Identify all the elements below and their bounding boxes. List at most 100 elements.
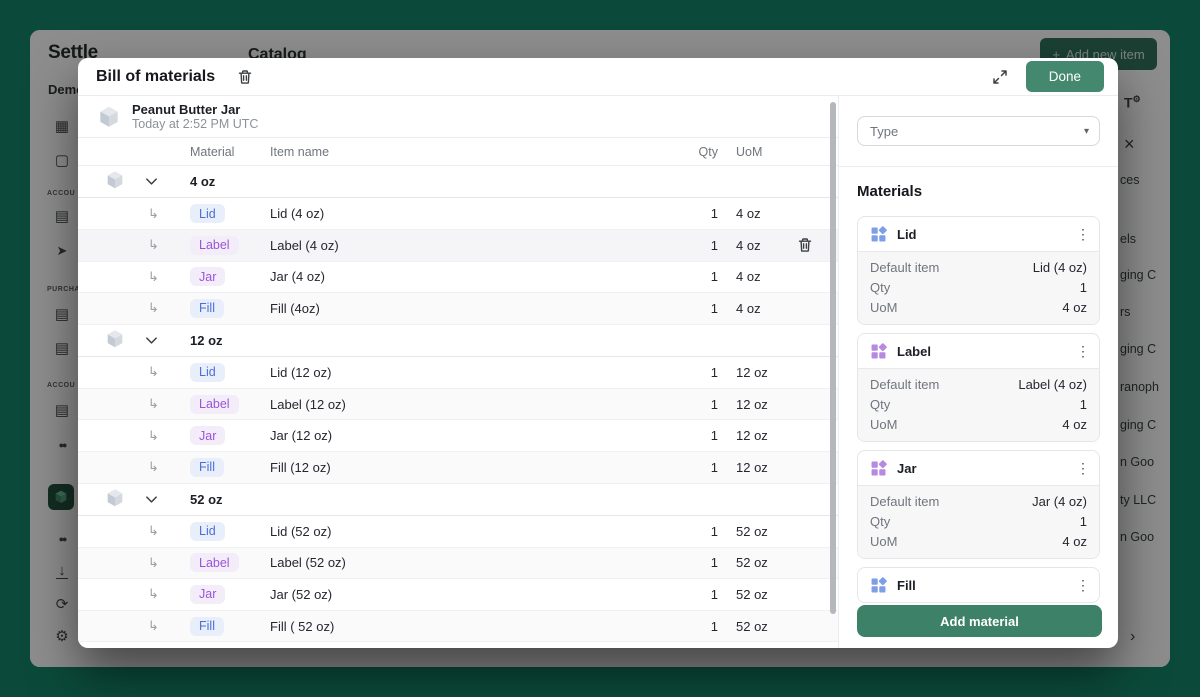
sub-item-arrow-icon: ↳	[136, 555, 190, 571]
bom-item-timestamp: Today at 2:52 PM UTC	[132, 117, 258, 132]
item-name-cell: Fill (4oz)	[270, 301, 658, 316]
col-item-name: Item name	[270, 145, 658, 159]
uom-cell: 4 oz	[718, 238, 786, 253]
material-badge[interactable]: Label	[190, 553, 239, 572]
material-card-name: Lid	[897, 227, 917, 242]
table-row-hovered[interactable]: ↳ Label Label (4 oz) 1 4 oz	[78, 230, 838, 262]
material-widgets-icon	[870, 226, 887, 243]
material-card-name: Label	[897, 344, 931, 359]
uom-cell: 52 oz	[718, 555, 786, 570]
table-row[interactable]: ↳ Fill Fill ( 52 oz) 1 52 oz	[78, 611, 838, 643]
field-value: 1	[1080, 278, 1087, 298]
qty-cell: 1	[658, 555, 718, 570]
table-row[interactable]: ↳ Label Label (12 oz) 1 12 oz	[78, 389, 838, 421]
table-row[interactable]: ↳ Fill Fill (12 oz) 1 12 oz	[78, 452, 838, 484]
done-button[interactable]: Done	[1026, 61, 1104, 92]
item-name-cell: Label (12 oz)	[270, 397, 658, 412]
field-value: 1	[1080, 512, 1087, 532]
material-badge[interactable]: Lid	[190, 204, 225, 223]
qty-cell: 1	[658, 460, 718, 475]
type-select-label: Type	[870, 124, 898, 139]
material-badge[interactable]: Jar	[190, 585, 225, 604]
qty-cell: 1	[658, 206, 718, 221]
uom-cell: 52 oz	[718, 524, 786, 539]
uom-cell: 12 oz	[718, 365, 786, 380]
expand-icon	[992, 69, 1008, 85]
material-badge[interactable]: Fill	[190, 299, 224, 318]
kebab-menu-icon[interactable]: ⋮	[1076, 460, 1089, 477]
material-badge[interactable]: Jar	[190, 426, 225, 445]
qty-cell: 1	[658, 269, 718, 284]
field-value: 4 oz	[1062, 415, 1087, 435]
field-label: UoM	[870, 415, 897, 435]
collapse-chevron-icon[interactable]	[136, 174, 190, 189]
group-row[interactable]: 4 oz	[78, 166, 838, 198]
table-scrollbar[interactable]	[830, 102, 836, 614]
material-widgets-icon	[870, 460, 887, 477]
table-row[interactable]: ↳ Lid Lid (52 oz) 1 52 oz	[78, 516, 838, 548]
caret-down-icon: ▾	[1084, 126, 1089, 137]
item-name-cell: Lid (12 oz)	[270, 365, 658, 380]
material-card-name: Jar	[897, 461, 917, 476]
table-row[interactable]: ↳ Jar Jar (12 oz) 1 12 oz	[78, 420, 838, 452]
uom-cell: 4 oz	[718, 269, 786, 284]
package-icon	[104, 169, 126, 191]
kebab-menu-icon[interactable]: ⋮	[1076, 577, 1089, 594]
field-label: Qty	[870, 395, 890, 415]
collapse-chevron-icon[interactable]	[136, 333, 190, 348]
item-name-cell: Lid (4 oz)	[270, 206, 658, 221]
field-label: UoM	[870, 298, 897, 318]
material-card-fill: Fill ⋮	[857, 567, 1100, 603]
sub-item-arrow-icon: ↳	[136, 618, 190, 634]
group-name: 4 oz	[190, 174, 270, 189]
delete-bom-button[interactable]	[233, 65, 257, 89]
bom-table-area: Peanut Butter Jar Today at 2:52 PM UTC M…	[78, 96, 838, 648]
table-row[interactable]: ↳ Lid Lid (4 oz) 1 4 oz	[78, 198, 838, 230]
field-label: Default item	[870, 375, 939, 395]
table-row[interactable]: ↳ Label Label (52 oz) 1 52 oz	[78, 548, 838, 580]
col-material: Material	[190, 145, 270, 159]
field-label: Default item	[870, 258, 939, 278]
kebab-menu-icon[interactable]: ⋮	[1076, 343, 1089, 360]
table-row[interactable]: ↳ Jar Jar (4 oz) 1 4 oz	[78, 262, 838, 294]
material-widgets-icon	[870, 577, 887, 594]
bom-item-header: Peanut Butter Jar Today at 2:52 PM UTC	[78, 96, 838, 138]
item-name-cell: Jar (4 oz)	[270, 269, 658, 284]
group-row[interactable]: 52 oz	[78, 484, 838, 516]
sub-item-arrow-icon: ↳	[136, 300, 190, 316]
material-card-name: Fill	[897, 578, 916, 593]
material-badge[interactable]: Label	[190, 395, 239, 414]
material-card-label: Label ⋮ Default itemLabel (4 oz) Qty1 Uo…	[857, 333, 1100, 442]
collapse-chevron-icon[interactable]	[136, 492, 190, 507]
sub-item-arrow-icon: ↳	[136, 428, 190, 444]
kebab-menu-icon[interactable]: ⋮	[1076, 226, 1089, 243]
item-name-cell: Jar (52 oz)	[270, 587, 658, 602]
field-value: Label (4 oz)	[1018, 375, 1087, 395]
item-name-cell: Fill ( 52 oz)	[270, 619, 658, 634]
table-row[interactable]: ↳ Jar Jar (52 oz) 1 52 oz	[78, 579, 838, 611]
material-badge[interactable]: Lid	[190, 363, 225, 382]
material-badge[interactable]: Fill	[190, 458, 224, 477]
qty-cell: 1	[658, 365, 718, 380]
table-row[interactable]: ↳ Lid Lid (12 oz) 1 12 oz	[78, 357, 838, 389]
group-row[interactable]: 12 oz	[78, 325, 838, 357]
uom-cell: 52 oz	[718, 619, 786, 634]
material-badge[interactable]: Fill	[190, 617, 224, 636]
field-value: 4 oz	[1062, 298, 1087, 318]
uom-cell: 12 oz	[718, 460, 786, 475]
material-card-jar: Jar ⋮ Default itemJar (4 oz) Qty1 UoM4 o…	[857, 450, 1100, 559]
bill-of-materials-modal: Bill of materials Done Peanut Butter Jar…	[78, 58, 1118, 648]
field-value: 4 oz	[1062, 532, 1087, 552]
table-row[interactable]: ↳ Fill Fill (4oz) 1 4 oz	[78, 293, 838, 325]
add-material-button[interactable]: Add material	[857, 605, 1102, 637]
type-select[interactable]: Type ▾	[857, 116, 1100, 146]
material-badge[interactable]: Jar	[190, 267, 225, 286]
expand-modal-button[interactable]	[988, 65, 1012, 89]
sub-item-arrow-icon: ↳	[136, 269, 190, 285]
material-widgets-icon	[870, 343, 887, 360]
material-badge[interactable]: Lid	[190, 522, 225, 541]
material-badge[interactable]: Label	[190, 236, 239, 255]
uom-cell: 4 oz	[718, 301, 786, 316]
item-name-cell: Label (4 oz)	[270, 238, 658, 253]
row-trash-icon[interactable]	[797, 237, 813, 253]
